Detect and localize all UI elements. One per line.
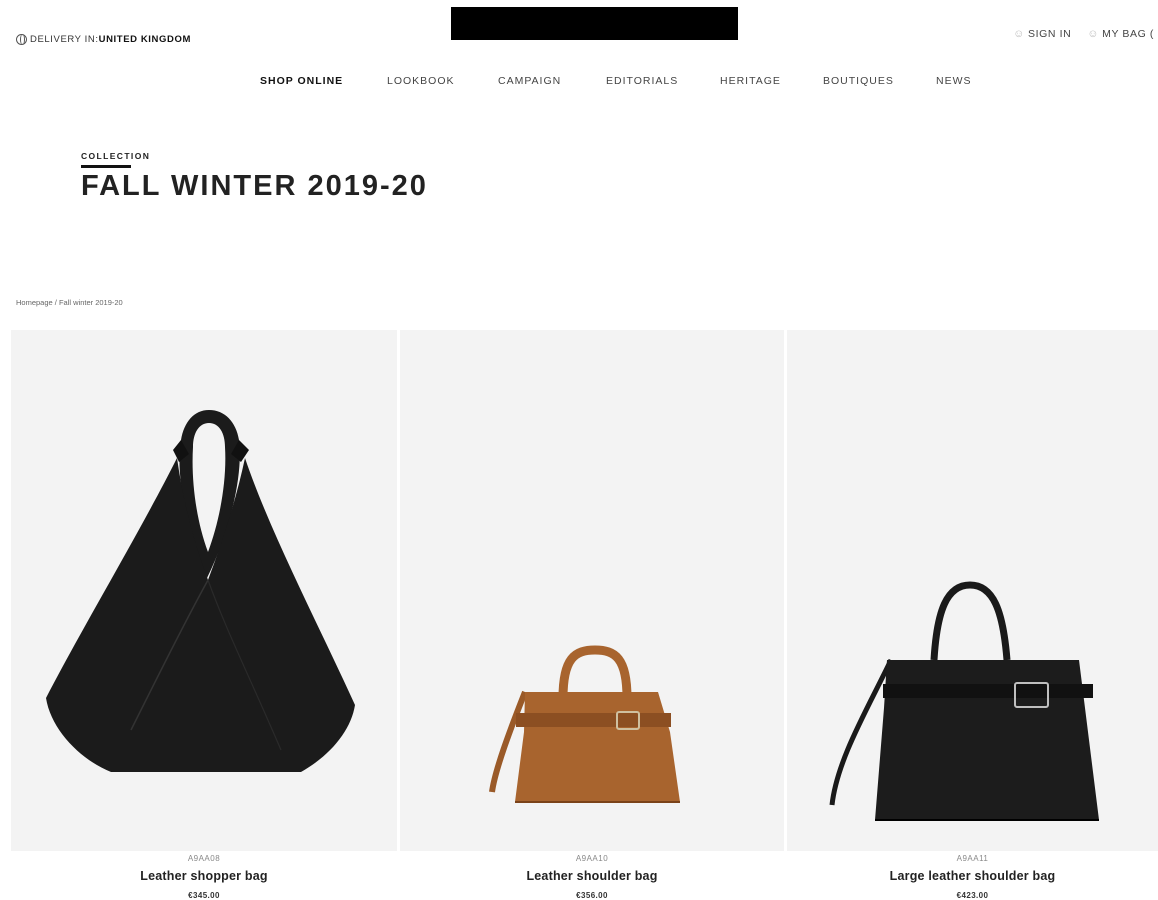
product-price: €345.00 (188, 891, 220, 900)
product-name[interactable]: Leather shoulder bag (400, 869, 784, 883)
nav-shop-online[interactable]: SHOP ONLINE (260, 75, 343, 87)
product-code: A9AA11 (956, 854, 989, 863)
product-name[interactable]: Leather shopper bag (11, 869, 397, 883)
globe-icon (16, 34, 27, 45)
shopper-bag-illustration (46, 410, 355, 772)
main-navigation: SHOP ONLINE LOOKBOOK CAMPAIGN EDITORIALS… (0, 75, 1158, 91)
nav-news[interactable]: NEWS (936, 75, 972, 87)
product-image[interactable] (787, 330, 1158, 851)
brand-logo-redacted[interactable] (451, 7, 738, 40)
heading-rule (81, 165, 131, 168)
delivery-label: DELIVERY IN: (30, 34, 99, 45)
sign-in-label: SIGN IN (1027, 28, 1072, 40)
nav-editorials[interactable]: EDITORIALS (606, 75, 678, 87)
bag-icon: ☺ (1087, 28, 1100, 40)
collection-eyebrow: COLLECTION (81, 151, 151, 161)
my-bag-link[interactable]: ☺ MY BAG ( (1087, 28, 1154, 40)
nav-boutiques[interactable]: BOUTIQUES (823, 75, 894, 87)
product-price: €423.00 (956, 891, 989, 900)
page-title: FALL WINTER 2019-20 (81, 170, 428, 202)
nav-campaign[interactable]: CAMPAIGN (498, 75, 561, 87)
product-card[interactable]: A9AA08 Leather shopper bag €345.00 (11, 330, 397, 900)
nav-heritage[interactable]: HERITAGE (720, 75, 781, 87)
product-card[interactable]: A9AA10 Leather shoulder bag €356.00 (400, 330, 784, 900)
delivery-selector[interactable]: DELIVERY IN: UNITED KINGDOM (16, 34, 191, 45)
user-icon: ☺ (1013, 28, 1025, 40)
breadcrumb[interactable]: Homepage / Fall winter 2019-20 (16, 298, 123, 307)
product-code: A9AA08 (187, 854, 221, 863)
product-card[interactable]: A9AA11 Large leather shoulder bag €423.0… (787, 330, 1158, 900)
product-price: €356.00 (576, 891, 608, 900)
top-bar: DELIVERY IN: UNITED KINGDOM ☺ SIGN IN ☺ … (0, 0, 1158, 60)
account-links: ☺ SIGN IN ☺ MY BAG ( (1013, 28, 1154, 40)
product-name[interactable]: Large leather shoulder bag (787, 869, 1158, 883)
large-shoulder-bag-illustration (829, 581, 1099, 821)
product-code: A9AA10 (575, 854, 609, 863)
sign-in-link[interactable]: ☺ SIGN IN (1013, 28, 1071, 40)
product-image[interactable] (400, 330, 784, 851)
collection-heading: COLLECTION FALL WINTER 2019-20 (81, 151, 428, 201)
my-bag-label: MY BAG ( (1102, 28, 1154, 40)
shoulder-bag-illustration (489, 645, 680, 803)
product-image[interactable] (11, 330, 397, 851)
nav-lookbook[interactable]: LOOKBOOK (387, 75, 455, 87)
delivery-country[interactable]: UNITED KINGDOM (99, 34, 191, 45)
